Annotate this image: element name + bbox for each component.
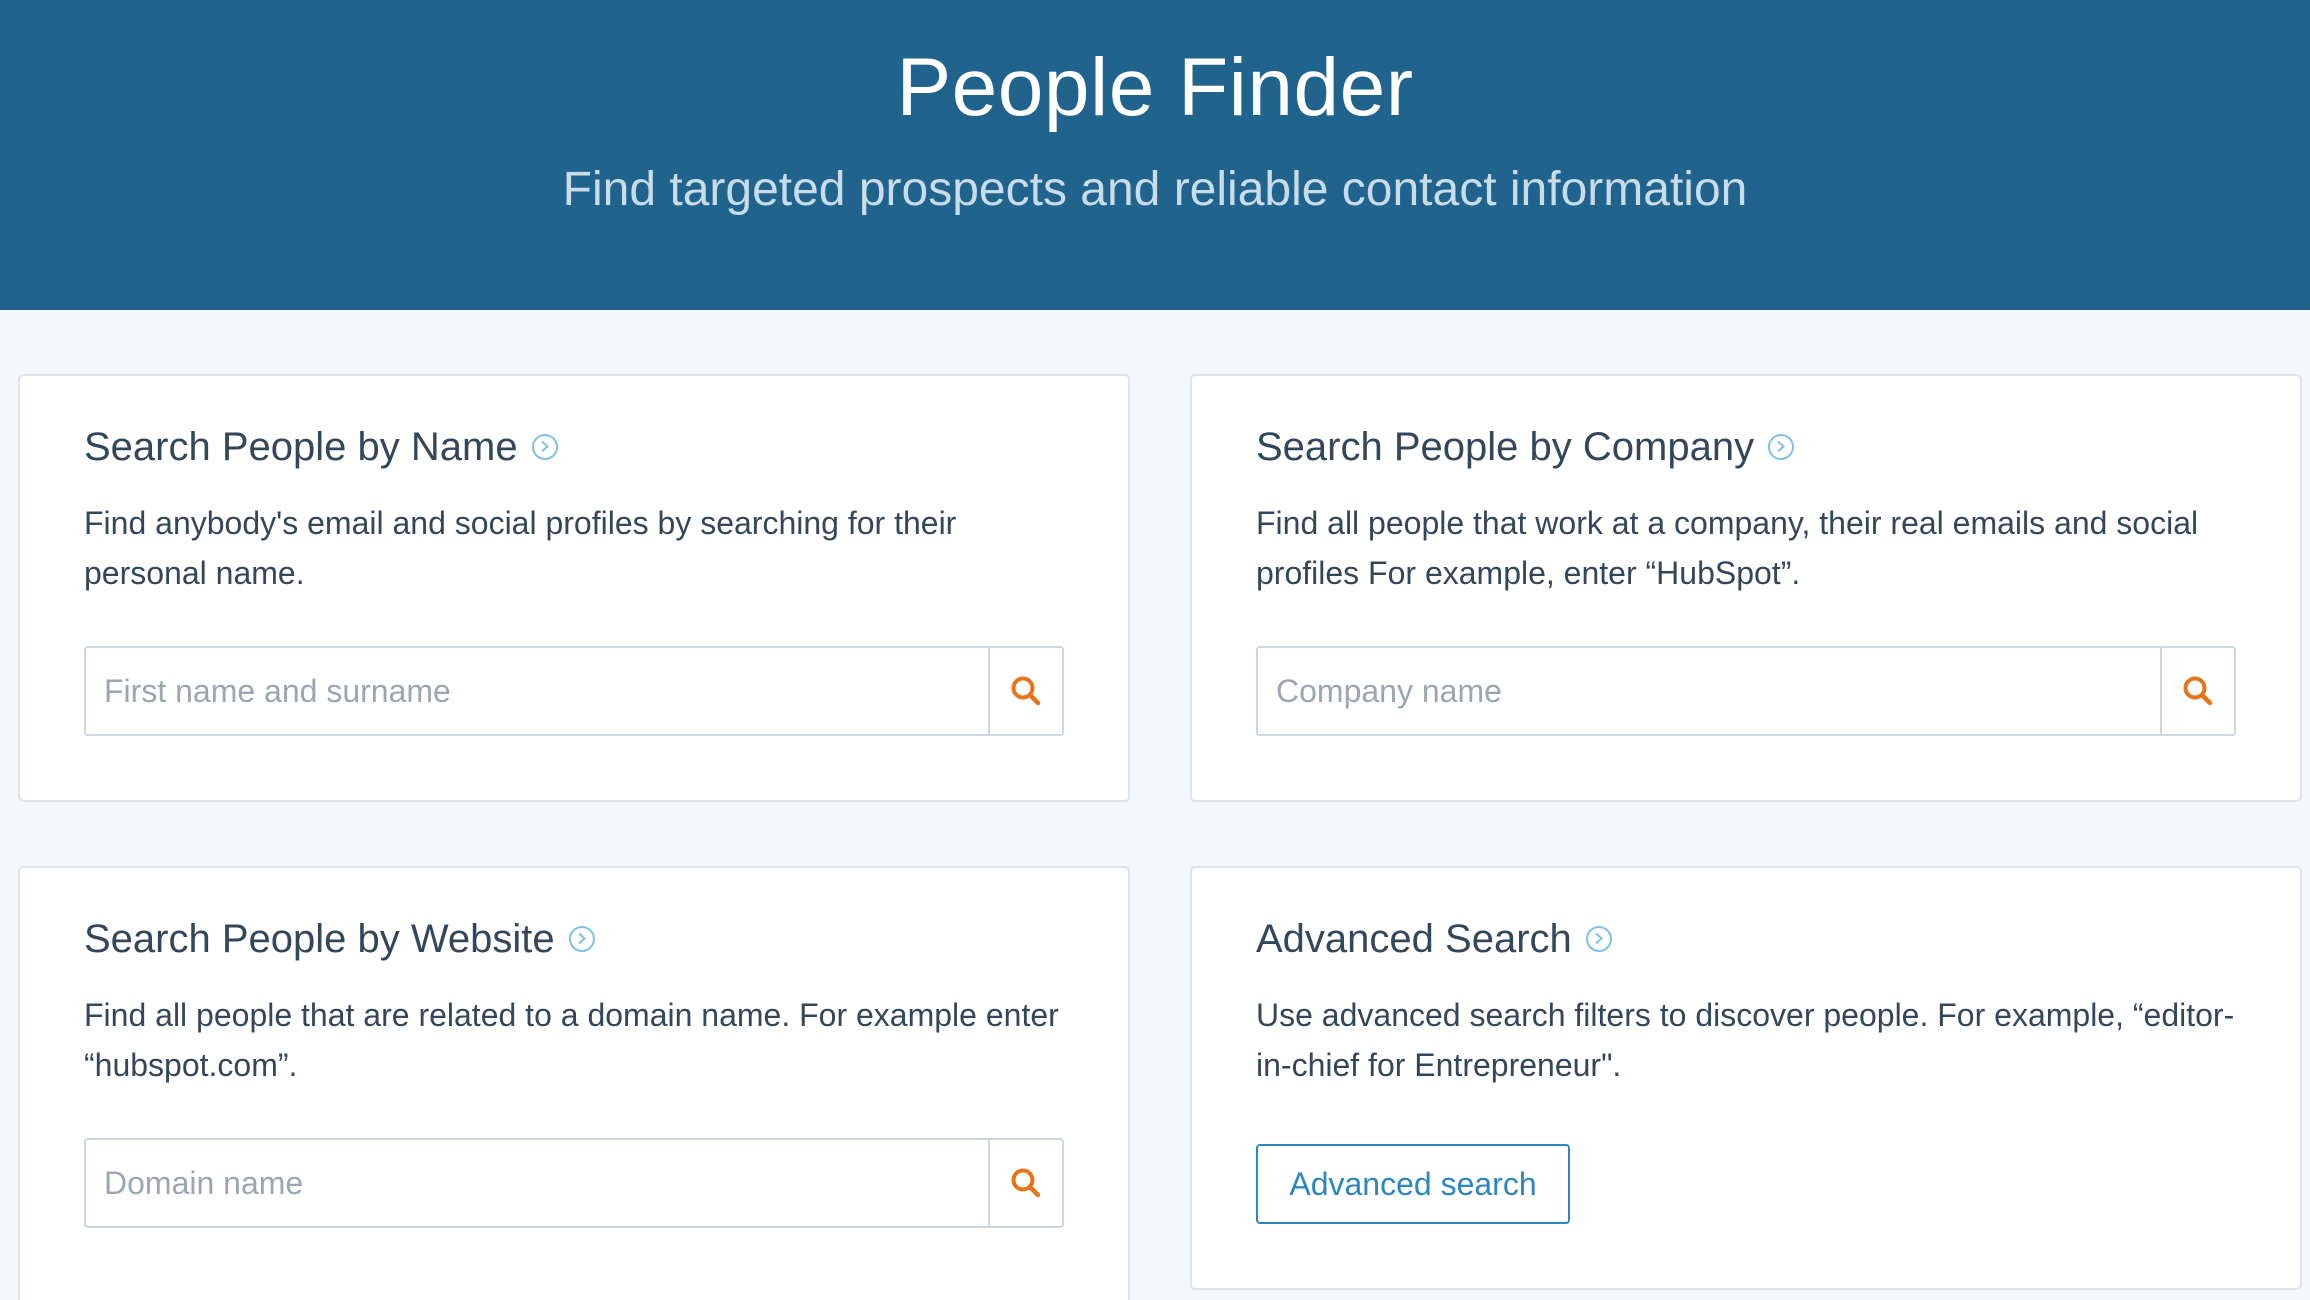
company-search-input[interactable] <box>1258 648 2160 734</box>
card-title-text: Advanced Search <box>1256 917 1572 961</box>
company-search-group <box>1256 646 2236 736</box>
card-description: Find anybody's email and social profiles… <box>84 505 957 591</box>
advanced-search-button[interactable]: Advanced search <box>1256 1144 1570 1224</box>
search-icon <box>1011 676 1041 706</box>
chevron-circle-right-icon[interactable] <box>1768 434 1795 461</box>
chevron-circle-right-icon[interactable] <box>531 434 558 461</box>
search-by-name-card: Search People by Name Find anybody's ema… <box>18 374 1130 802</box>
card-description: Find all people that are related to a do… <box>84 997 1059 1083</box>
search-icon <box>1011 1168 1041 1198</box>
card-title: Advanced Search <box>1256 914 1612 964</box>
domain-search-group <box>84 1138 1064 1228</box>
card-title-text: Search People by Name <box>84 425 518 469</box>
card-title-text: Search People by Website <box>84 917 555 961</box>
card-title: Search People by Company <box>1256 422 1795 472</box>
chevron-circle-right-icon[interactable] <box>568 926 595 953</box>
page-header: People Finder Find targeted prospects an… <box>0 0 2310 310</box>
search-icon <box>2183 676 2213 706</box>
name-search-button[interactable] <box>988 648 1062 734</box>
search-by-website-card: Search People by Website Find all people… <box>18 866 1130 1300</box>
advanced-search-card: Advanced Search Use advanced search filt… <box>1190 866 2302 1290</box>
search-by-company-card: Search People by Company Find all people… <box>1190 374 2302 802</box>
card-title: Search People by Website <box>84 914 595 964</box>
card-title: Search People by Name <box>84 422 558 472</box>
chevron-circle-right-icon[interactable] <box>1585 926 1612 953</box>
page-subtitle: Find targeted prospects and reliable con… <box>562 163 1748 216</box>
company-search-button[interactable] <box>2160 648 2234 734</box>
domain-search-button[interactable] <box>988 1140 1062 1226</box>
card-description: Find all people that work at a company, … <box>1256 505 2199 591</box>
domain-search-input[interactable] <box>86 1140 988 1226</box>
name-search-input[interactable] <box>86 648 988 734</box>
card-description: Use advanced search filters to discover … <box>1256 997 2235 1083</box>
name-search-group <box>84 646 1064 736</box>
page-title: People Finder <box>896 42 1414 133</box>
card-title-text: Search People by Company <box>1256 425 1755 469</box>
